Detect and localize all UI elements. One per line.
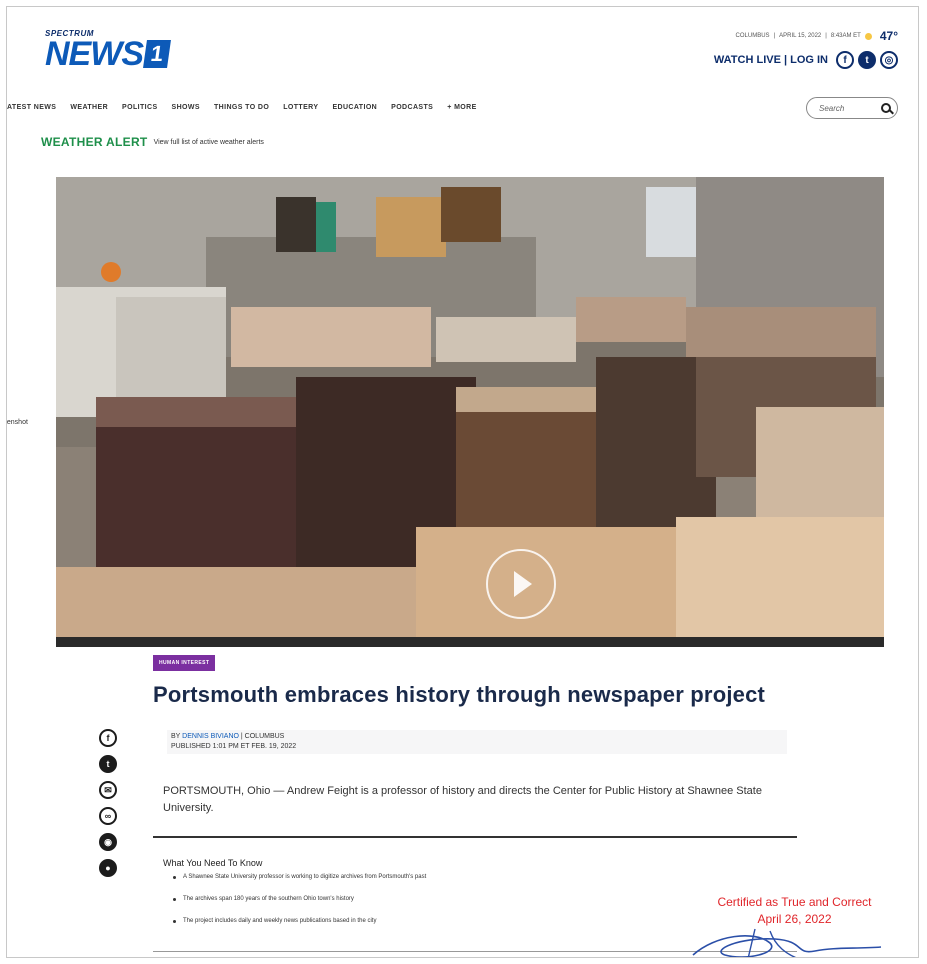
list-item: A Shawnee State University professor is … [171,874,426,880]
nav-item-latest-news[interactable]: ATEST NEWS [7,104,56,111]
published-date: PUBLISHED 1:01 PM ET FEB. 19, 2022 [171,743,297,750]
nav-item-education[interactable]: EDUCATION [332,104,377,111]
messenger-share-icon[interactable]: ● [99,859,117,877]
instagram-icon[interactable]: ◎ [880,51,898,69]
twitter-share-icon[interactable]: t [99,755,117,773]
share-column: f t ✉ ∞ ◉ ● [99,729,117,877]
handwritten-signature [692,928,882,957]
location-label[interactable]: COLUMBUS [736,33,770,39]
byline: BY DENNIS BIVIANO | COLUMBUS PUBLISHED 1… [167,730,787,754]
email-share-icon[interactable]: ✉ [99,781,117,799]
side-tag: eenshot [7,418,30,427]
link-share-icon[interactable]: ∞ [99,807,117,825]
certification-line-1: Certified as True and Correct [717,895,872,909]
article-lede: PORTSMOUTH, Ohio — Andrew Feight is a pr… [163,785,762,814]
separator: | [773,33,776,39]
nav-item-more[interactable]: + MORE [447,104,476,111]
hero-video[interactable] [56,177,884,647]
list-item: The project includes daily and weekly ne… [171,918,426,924]
facebook-icon[interactable]: f [836,51,854,69]
time-label: 8:43AM ET [830,33,861,39]
weather-alert-banner: WEATHER ALERT View full list of active w… [41,135,264,149]
account-bar: WATCH LIVE | LOG IN f t ◎ [714,51,898,69]
location-weather-bar: COLUMBUS | APRIL 15, 2022 | 8:43AM ET 47… [736,29,898,43]
search-placeholder: Search [819,103,845,113]
weather-alert-title: WEATHER ALERT [41,135,148,149]
search-input[interactable]: Search [806,97,898,119]
watch-live-login-links[interactable]: WATCH LIVE | LOG IN [714,54,828,66]
page-frame: SPECTRUM NEWS 1 COLUMBUS | APRIL 15, 202… [6,6,919,958]
list-item: The archives span 180 years of the south… [171,896,426,902]
nav-item-weather[interactable]: WEATHER [70,104,108,111]
twitter-icon[interactable]: t [858,51,876,69]
date-label: APRIL 15, 2022 [779,33,822,39]
author-location: | COLUMBUS [238,733,285,740]
nav-item-shows[interactable]: SHOWS [172,104,200,111]
temperature[interactable]: 47° [880,29,898,43]
logo-number: 1 [143,40,171,68]
whatsapp-share-icon[interactable]: ◉ [99,833,117,851]
sun-icon [864,32,872,40]
certification-stamp: Certified as True and Correct April 26, … [687,894,902,928]
nav-item-lottery[interactable]: LOTTERY [283,104,318,111]
article-headline: Portsmouth embraces history through news… [153,682,766,707]
separator: | [825,33,827,39]
logo-word: NEWS [45,35,144,73]
search-icon[interactable] [881,103,891,113]
what-you-need-to-know-list: A Shawnee State University professor is … [171,874,426,940]
divider [153,836,797,838]
author-link[interactable]: DENNIS BIVIANO [182,733,239,740]
main-nav: ATEST NEWS WEATHER POLITICS SHOWS THINGS… [7,104,477,111]
category-badge[interactable]: HUMAN INTEREST [153,655,216,671]
facebook-share-icon[interactable]: f [99,729,117,747]
archive-room-image [56,177,884,647]
nav-item-podcasts[interactable]: PODCASTS [391,104,433,111]
what-you-need-to-know-title: What You Need To Know [163,858,263,868]
nav-item-things-to-do[interactable]: THINGS TO DO [214,104,269,111]
nav-item-politics[interactable]: POLITICS [122,104,157,111]
weather-alert-link[interactable]: View full list of active weather alerts [154,139,264,146]
play-icon[interactable] [486,549,556,619]
spectrum-news-logo[interactable]: SPECTRUM NEWS 1 [45,29,171,73]
by-prefix: BY [171,733,181,740]
